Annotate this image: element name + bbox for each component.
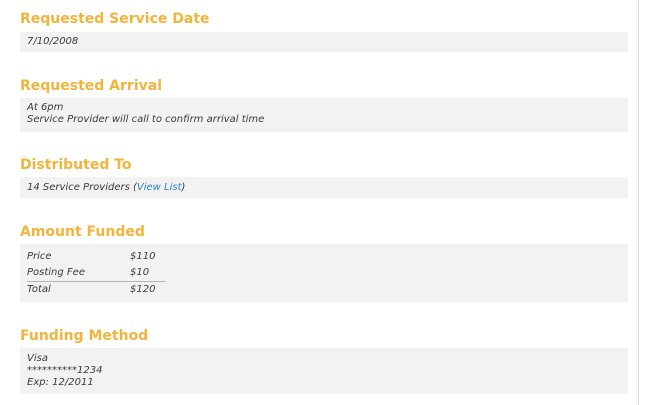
total-value: $120 bbox=[130, 281, 166, 298]
requested-arrival-time: At 6pm bbox=[27, 102, 64, 113]
requested-arrival-note: Service Provider will call to confirm ar… bbox=[27, 114, 265, 125]
funding-method-panel: Visa **********1234 Exp: 12/2011 bbox=[20, 348, 628, 394]
requested-service-date-value: 7/10/2008 bbox=[27, 36, 79, 47]
requested-arrival-heading: Requested Arrival bbox=[20, 78, 162, 94]
view-list-link[interactable]: View List bbox=[137, 182, 182, 193]
amount-funded-panel: Price $110 Posting Fee $10 Total $120 bbox=[20, 244, 628, 302]
amount-funded-heading: Amount Funded bbox=[20, 224, 145, 240]
table-row: Posting Fee $10 bbox=[27, 265, 166, 282]
total-label: Total bbox=[27, 281, 130, 298]
posting-fee-value: $10 bbox=[130, 267, 150, 278]
price-value: $110 bbox=[130, 251, 156, 262]
table-row: Price $110 bbox=[27, 249, 166, 265]
requested-arrival-panel: At 6pm Service Provider will call to con… bbox=[20, 98, 628, 132]
card-number: **********1234 bbox=[27, 365, 103, 376]
table-row: Total $120 bbox=[27, 281, 166, 298]
requested-service-date-heading: Requested Service Date bbox=[20, 11, 210, 27]
card-expiry: Exp: 12/2011 bbox=[27, 377, 94, 388]
distributed-to-count: 14 Service Providers ( bbox=[27, 182, 137, 193]
card-type: Visa bbox=[27, 353, 48, 364]
funding-method-heading: Funding Method bbox=[20, 328, 149, 344]
distributed-to-text: 14 Service Providers (View List) bbox=[27, 182, 621, 194]
requested-service-date-panel: 7/10/2008 bbox=[20, 32, 628, 52]
price-label: Price bbox=[27, 251, 52, 262]
distributed-to-heading: Distributed To bbox=[20, 157, 132, 173]
right-border bbox=[638, 0, 639, 405]
posting-fee-label: Posting Fee bbox=[27, 267, 85, 278]
distributed-to-close-paren: ) bbox=[181, 182, 186, 193]
distributed-to-panel: 14 Service Providers (View List) bbox=[20, 177, 628, 198]
amount-funded-table: Price $110 Posting Fee $10 Total $120 bbox=[27, 249, 166, 298]
